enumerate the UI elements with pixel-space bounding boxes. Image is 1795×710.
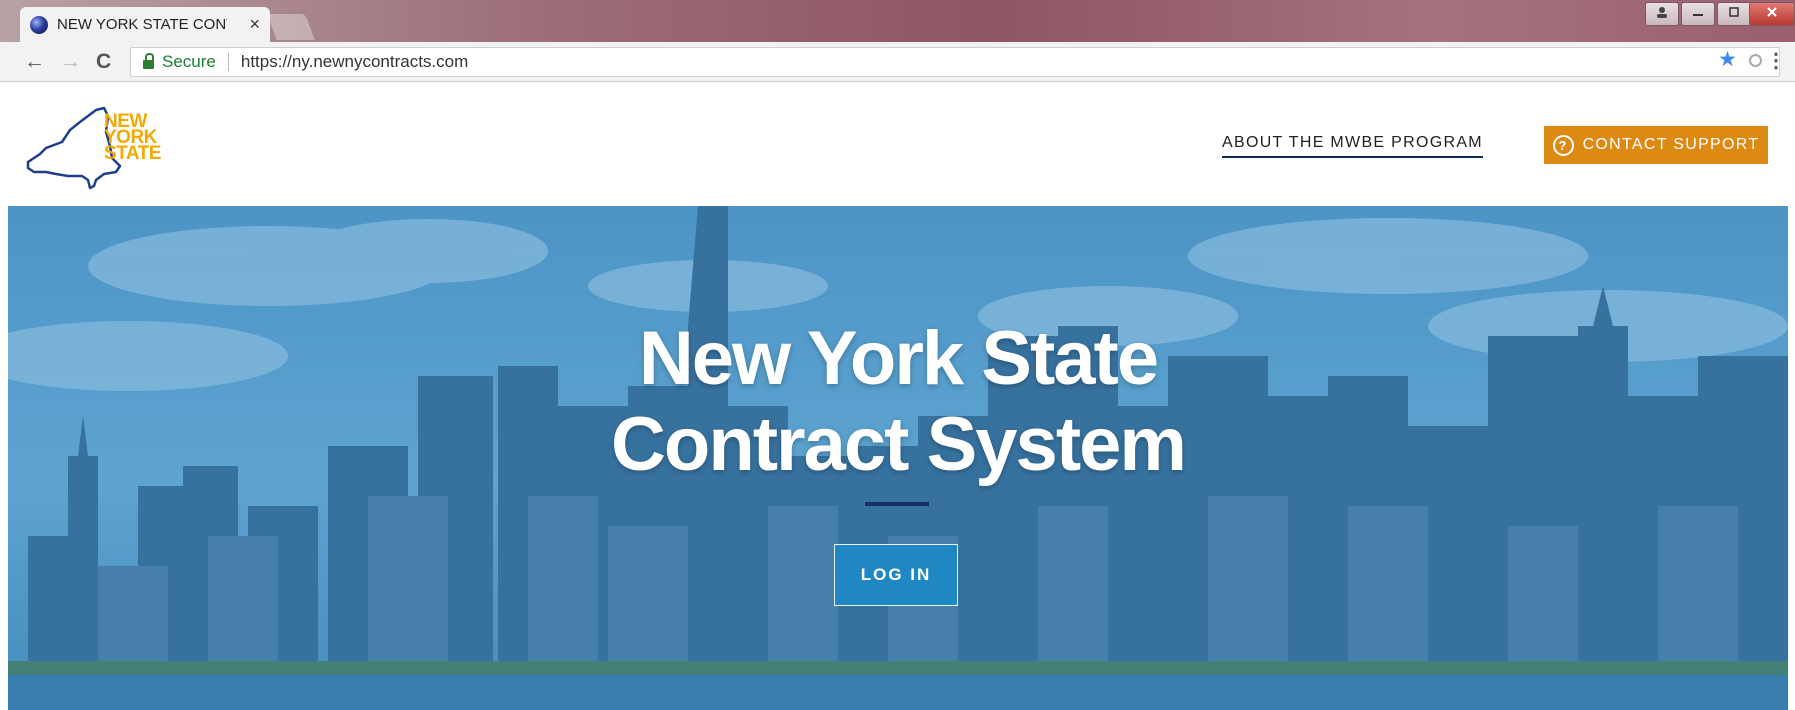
globe-favicon-icon	[30, 15, 48, 34]
restore-icon	[1729, 7, 1739, 17]
user-profile-button[interactable]	[1645, 2, 1679, 26]
minimize-icon	[1693, 14, 1703, 16]
menu-icon[interactable]: ⋮	[1766, 48, 1786, 73]
address-bar[interactable]: Secure https://ny.newnycontracts.com	[130, 47, 1780, 77]
address-separator	[227, 53, 229, 71]
title-divider	[865, 502, 929, 506]
about-mwbe-link[interactable]: ABOUT THE MWBE PROGRAM	[1222, 134, 1483, 158]
browser-titlebar: NEW YORK STATE CONTRACT SYSTEM ×	[0, 0, 1795, 42]
hero-banner: New York State Contract System LOG IN	[8, 206, 1788, 710]
logo-line-state: STATE	[104, 143, 161, 164]
contact-support-button[interactable]: ? CONTACT SUPPORT	[1544, 126, 1768, 164]
site-header: NEW YORK STATE ABOUT THE MWBE PROGRAM ? …	[0, 82, 1795, 206]
user-icon	[1657, 7, 1667, 18]
back-icon[interactable]: ←	[24, 50, 45, 74]
close-icon	[1767, 7, 1777, 17]
browser-toolbar: ← → C Secure https://ny.newnycontracts.c…	[0, 42, 1795, 82]
restore-button[interactable]	[1717, 2, 1751, 26]
hero-title-line-1: New York State	[638, 316, 1159, 401]
log-in-button[interactable]: LOG IN	[834, 544, 958, 606]
close-window-button[interactable]	[1749, 2, 1795, 26]
new-tab-button[interactable]	[267, 14, 315, 40]
hero-title-line-2: Contract System	[611, 402, 1187, 487]
help-circle-icon: ?	[1552, 134, 1574, 156]
logo-wordmark: NEW YORK STATE	[104, 112, 161, 164]
lock-icon	[143, 53, 154, 69]
forward-icon[interactable]: →	[60, 50, 81, 74]
browser-tab[interactable]: NEW YORK STATE CONTRACT SYSTEM ×	[20, 7, 270, 42]
nys-logo[interactable]: NEW YORK STATE	[24, 102, 174, 192]
url-text[interactable]: https://ny.newnycontracts.com	[241, 52, 468, 72]
secure-label: Secure	[162, 52, 216, 71]
extension-icon[interactable]	[1749, 54, 1762, 67]
minimize-button[interactable]	[1681, 2, 1715, 26]
close-tab-icon[interactable]: ×	[249, 14, 260, 35]
tab-title: NEW YORK STATE CONTRACT SYSTEM	[57, 16, 227, 33]
reload-icon[interactable]: C	[96, 50, 111, 74]
bookmark-star-icon[interactable]: ★	[1718, 47, 1737, 72]
contact-support-label: CONTACT SUPPORT	[1582, 136, 1760, 153]
